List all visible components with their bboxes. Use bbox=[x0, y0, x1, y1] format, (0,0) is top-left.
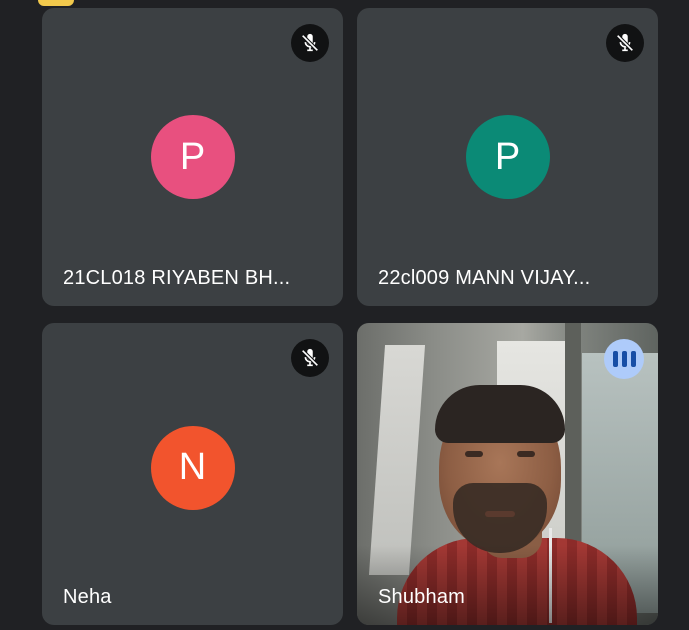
person-eye bbox=[517, 451, 535, 457]
mic-off-icon bbox=[291, 339, 329, 377]
participant-video-tile[interactable]: Shubham bbox=[357, 323, 658, 625]
top-status-chip bbox=[38, 0, 74, 6]
participant-name: Neha bbox=[63, 586, 112, 608]
avatar: P bbox=[150, 115, 235, 199]
participant-tile[interactable]: N Neha bbox=[42, 323, 343, 625]
window-background bbox=[368, 345, 426, 575]
participant-name: Shubham bbox=[378, 586, 466, 608]
avatar: N bbox=[150, 425, 235, 510]
mic-off-icon bbox=[291, 24, 329, 62]
participant-tile[interactable]: P 22cl009 MANN VIJAY... bbox=[357, 8, 658, 306]
video-shade bbox=[357, 545, 658, 625]
mic-off-icon bbox=[606, 24, 644, 62]
person-eye bbox=[465, 451, 483, 457]
audio-level-icon bbox=[604, 339, 644, 379]
participant-name: 21CL018 RIYABEN BH... bbox=[63, 267, 291, 289]
avatar: P bbox=[465, 115, 550, 199]
person-hair bbox=[435, 385, 565, 443]
participant-name: 22cl009 MANN VIJAY... bbox=[378, 267, 591, 289]
person-mouth bbox=[485, 511, 515, 517]
participant-tile[interactable]: P 21CL018 RIYABEN BH... bbox=[42, 8, 343, 306]
